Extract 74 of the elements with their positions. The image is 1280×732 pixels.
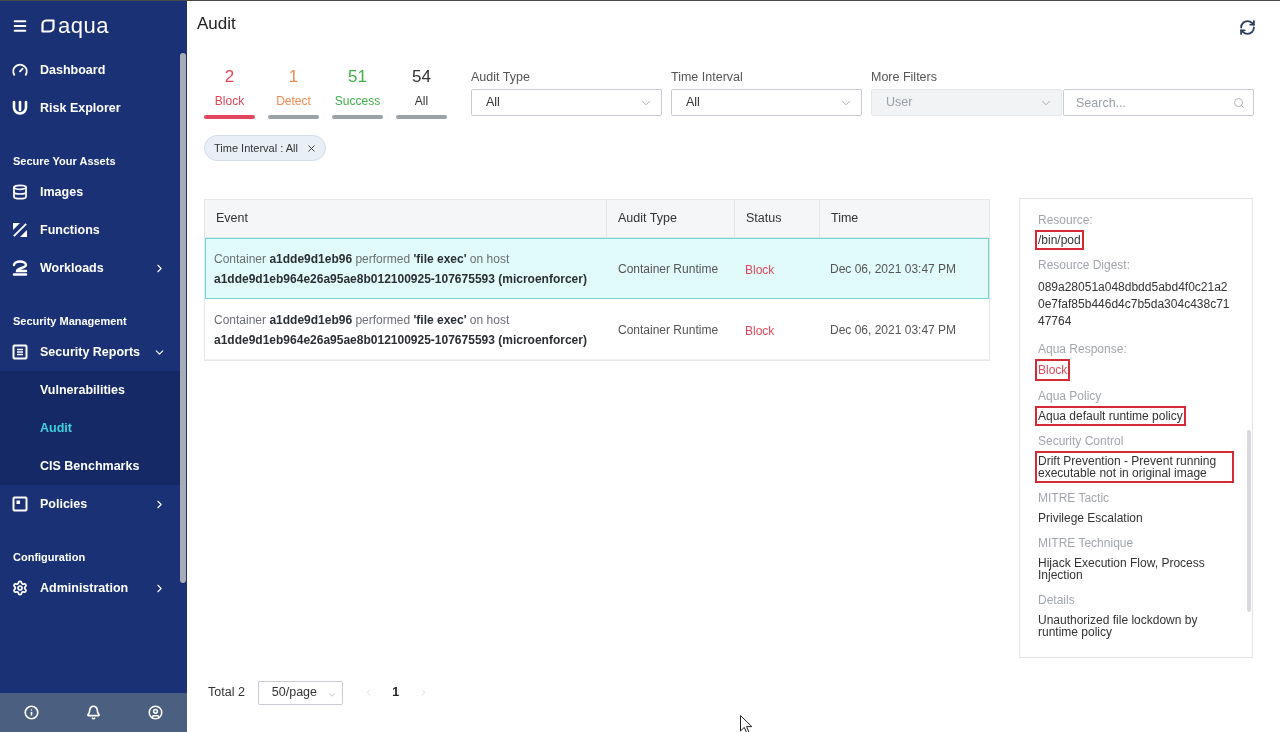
framed-square-icon [12,496,28,512]
user-icon[interactable] [148,705,164,720]
close-icon[interactable] [305,142,317,154]
status-text: Block [745,324,775,338]
status-text: Block [745,263,775,277]
column-header: Time [831,210,859,228]
table-cell-text: Dec 06, 2021 03:47 PM [830,260,957,278]
section-heading: Security Management [13,315,127,327]
field-value: /bin/pod [1035,230,1084,250]
submenu-item[interactable]: Vulnerabilities [40,380,125,400]
field-label: MITRE Tactic [1038,491,1110,505]
field-label: Aqua Policy [1038,389,1102,403]
field-value: Privilege Escalation [1038,512,1143,524]
nav-item[interactable]: Security Reports [0,333,180,371]
search-field[interactable]: Search... [1063,89,1254,116]
filter-label: Time Interval [671,69,743,85]
page-number[interactable]: 1 [385,683,406,702]
nav-item[interactable]: Images [0,173,180,211]
column-header: Status [746,210,782,228]
page-size-select[interactable]: 50/page [257,680,343,705]
field-value: Aqua default runtime policy [1035,406,1186,426]
logo-text: aqua [58,14,109,38]
bell-icon[interactable] [86,705,101,720]
field-value: Hijack Execution Flow, Process Injection [1038,557,1206,581]
submenu-item[interactable]: CIS Benchmarks [40,456,140,476]
section-heading: Configuration [13,551,86,563]
nav-item[interactable]: Administration [0,569,180,607]
filter-label: Audit Type [471,69,530,85]
info-icon[interactable] [23,705,39,720]
curve-icon [12,260,28,276]
table-cell-text: Container Runtime [618,321,719,339]
gear-icon [12,580,28,596]
gauge-icon [12,62,28,78]
chevron-down-icon [326,690,337,700]
total-count: Total 2 [208,684,245,702]
field-label: Details [1038,593,1075,607]
nav-item[interactable]: Policies [0,485,180,523]
table-row[interactable]: Container a1dde9d1eb96 performed 'file exec' on host a1dde9d1eb964e26a95ae8b012100925-107675593 (microenforcer) Container Runtime Block Dec 06, 2021 03:47 PM [205,238,989,299]
field-value: Unauthorized file lockdown by runtime policy [1038,614,1199,638]
table-cell-text: Dec 06, 2021 03:47 PM [830,321,957,339]
field-value: Block [1035,359,1071,381]
nav-item[interactable]: Dashboard [0,51,180,89]
field-value: 089a28051a048dbdd5abd4f0c21a20e7faf85b446d4c7b5da304c438c7147764 [1038,279,1231,330]
database-icon [12,184,28,200]
event-text: Container a1dde9d1eb96 performed 'file exec' on host a1dde9d1eb964e26a95ae8b012100925-107675593 (microenforcer) [214,312,588,349]
column-header: Event [216,210,248,228]
page-title: Audit [197,13,236,34]
scrollbar-thumb[interactable] [180,53,186,583]
select-field[interactable]: All [471,89,662,116]
nav-item[interactable]: Functions [0,211,180,249]
stat-tab[interactable]: 54 All [396,66,447,119]
nav-item[interactable]: Risk Explorer [0,89,180,127]
section-heading: Secure Your Assets [13,155,116,167]
table-cell-text: Container Runtime [618,260,719,278]
trident-icon [12,100,28,116]
stat-tab[interactable]: 2 Block [204,66,255,119]
logo-icon [41,19,55,33]
field-label: Aqua Response: [1038,342,1127,356]
nav-item[interactable]: Workloads [0,249,180,287]
field-label: MITRE Technique [1038,536,1134,550]
column-header: Audit Type [618,210,677,228]
submenu-item[interactable]: Audit [40,418,72,438]
field-label: Security Control [1038,434,1124,448]
search-icon [1233,97,1245,109]
field-label: Resource Digest: [1038,258,1131,272]
field-value: Drift Prevention - Prevent running executable not in original image [1035,451,1234,483]
menu-icon[interactable] [12,18,28,34]
refresh-icon[interactable] [1239,19,1256,36]
filter-chip[interactable]: Time Interval : All [204,135,326,161]
field-label: Resource: [1038,213,1093,227]
filter-label: More Filters [871,69,937,85]
select-field[interactable]: All [671,89,862,116]
event-text: Container a1dde9d1eb96 performed 'file exec' on host a1dde9d1eb964e26a95ae8b012100925-107675593 (microenforcer) [214,251,588,288]
document-icon [12,344,28,360]
